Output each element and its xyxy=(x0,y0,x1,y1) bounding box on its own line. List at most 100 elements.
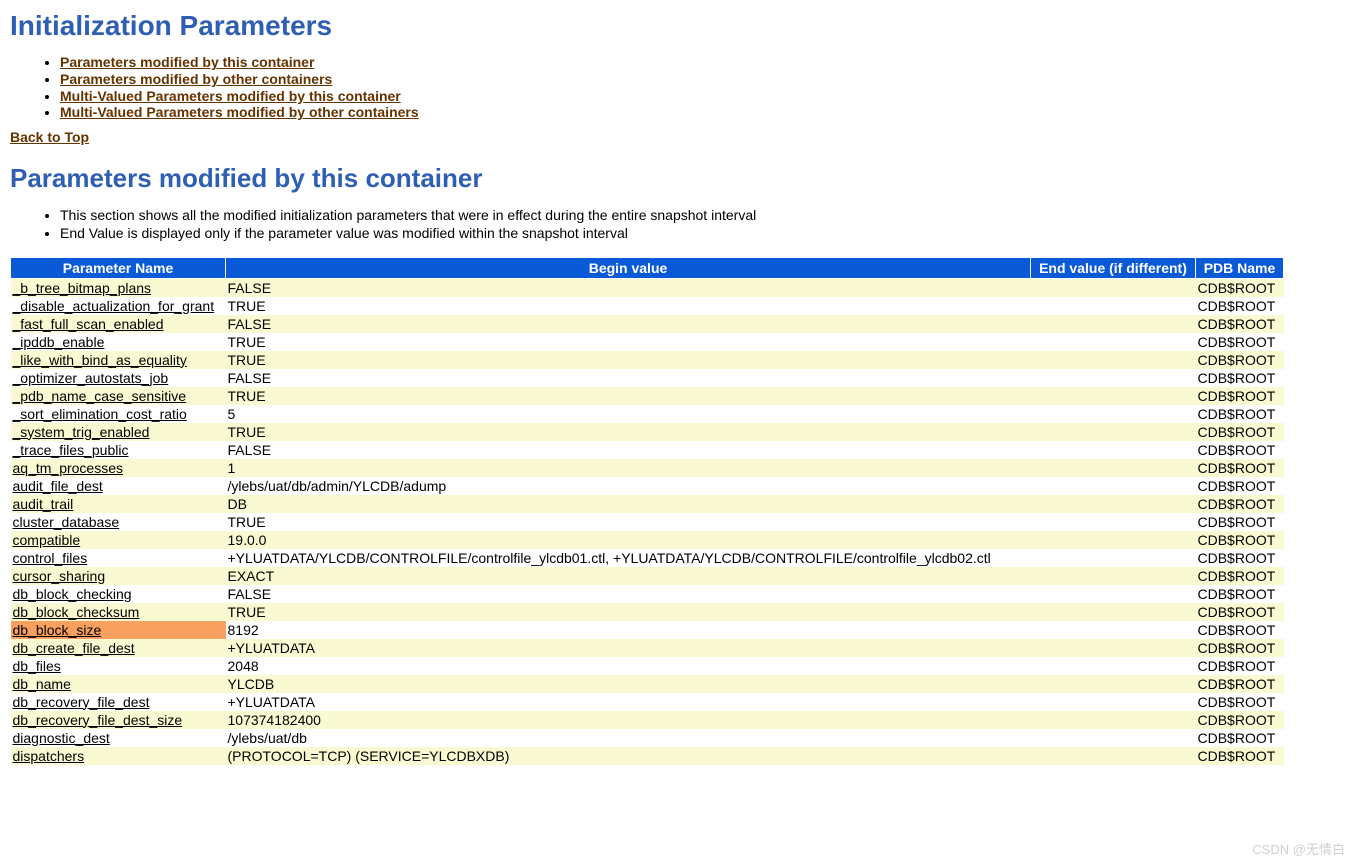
section-title: Parameters modified by this container xyxy=(10,163,1343,194)
cell-param-name: db_recovery_file_dest_size xyxy=(11,711,226,729)
cell-end-value xyxy=(1031,567,1196,585)
cell-pdb-name: CDB$ROOT xyxy=(1196,387,1284,405)
cell-begin-value: TRUE xyxy=(226,513,1031,531)
cell-end-value xyxy=(1031,639,1196,657)
cell-end-value xyxy=(1031,297,1196,315)
table-row: control_files+YLUATDATA/YLCDB/CONTROLFIL… xyxy=(11,549,1284,567)
toc-link[interactable]: Multi-Valued Parameters modified by this… xyxy=(60,88,401,104)
cell-pdb-name: CDB$ROOT xyxy=(1196,477,1284,495)
cell-begin-value: TRUE xyxy=(226,297,1031,315)
cell-param-name: db_block_checking xyxy=(11,585,226,603)
cell-param-name: db_block_size xyxy=(11,621,226,639)
cell-param-name: aq_tm_processes xyxy=(11,459,226,477)
cell-end-value xyxy=(1031,549,1196,567)
toc-item: Multi-Valued Parameters modified by this… xyxy=(60,88,1343,105)
cell-param-name: _fast_full_scan_enabled xyxy=(11,315,226,333)
cell-begin-value: 8192 xyxy=(226,621,1031,639)
cell-pdb-name: CDB$ROOT xyxy=(1196,495,1284,513)
table-row: _sort_elimination_cost_ratio5CDB$ROOT xyxy=(11,405,1284,423)
table-row: _like_with_bind_as_equalityTRUECDB$ROOT xyxy=(11,351,1284,369)
cell-param-name: _pdb_name_case_sensitive xyxy=(11,387,226,405)
cell-pdb-name: CDB$ROOT xyxy=(1196,621,1284,639)
cell-pdb-name: CDB$ROOT xyxy=(1196,333,1284,351)
note-item: End Value is displayed only if the param… xyxy=(60,224,1343,242)
cell-pdb-name: CDB$ROOT xyxy=(1196,513,1284,531)
toc-item: Multi-Valued Parameters modified by othe… xyxy=(60,104,1343,121)
table-row: _b_tree_bitmap_plansFALSECDB$ROOT xyxy=(11,278,1284,297)
cell-begin-value: +YLUATDATA xyxy=(226,693,1031,711)
parameters-table: Parameter Name Begin value End value (if… xyxy=(10,257,1284,765)
col-header-end: End value (if different) xyxy=(1031,257,1196,278)
cell-pdb-name: CDB$ROOT xyxy=(1196,567,1284,585)
cell-end-value xyxy=(1031,747,1196,765)
table-row: cluster_databaseTRUE CDB$ROOT xyxy=(11,513,1284,531)
cell-pdb-name: CDB$ROOT xyxy=(1196,423,1284,441)
toc-link[interactable]: Multi-Valued Parameters modified by othe… xyxy=(60,104,419,120)
watermark: CSDN @无情白 xyxy=(1252,839,1345,858)
table-row: _disable_actualization_for_grantTRUECDB$… xyxy=(11,297,1284,315)
cell-pdb-name: CDB$ROOT xyxy=(1196,657,1284,675)
cell-pdb-name: CDB$ROOT xyxy=(1196,675,1284,693)
cell-param-name: db_create_file_dest xyxy=(11,639,226,657)
cell-param-name: audit_trail xyxy=(11,495,226,513)
table-header-row: Parameter Name Begin value End value (if… xyxy=(11,257,1284,278)
cell-begin-value: /ylebs/uat/db xyxy=(226,729,1031,747)
col-header-begin: Begin value xyxy=(226,257,1031,278)
cell-begin-value: TRUE xyxy=(226,333,1031,351)
cell-end-value xyxy=(1031,621,1196,639)
table-row: db_create_file_dest+YLUATDATACDB$ROOT xyxy=(11,639,1284,657)
cell-pdb-name: CDB$ROOT xyxy=(1196,297,1284,315)
cell-param-name: _sort_elimination_cost_ratio xyxy=(11,405,226,423)
table-row: audit_file_dest/ylebs/uat/db/admin/YLCDB… xyxy=(11,477,1284,495)
table-row: _optimizer_autostats_jobFALSECDB$ROOT xyxy=(11,369,1284,387)
back-to-top-link[interactable]: Back to Top xyxy=(10,129,89,145)
cell-begin-value: TRUE xyxy=(226,423,1031,441)
cell-param-name: diagnostic_dest xyxy=(11,729,226,747)
cell-param-name: control_files xyxy=(11,549,226,567)
cell-pdb-name: CDB$ROOT xyxy=(1196,639,1284,657)
cell-end-value xyxy=(1031,459,1196,477)
cell-begin-value: 1 xyxy=(226,459,1031,477)
col-header-pdb: PDB Name xyxy=(1196,257,1284,278)
cell-end-value xyxy=(1031,513,1196,531)
table-row: db_block_checkingFALSE CDB$ROOT xyxy=(11,585,1284,603)
cell-pdb-name: CDB$ROOT xyxy=(1196,369,1284,387)
toc-link[interactable]: Parameters modified by other containers xyxy=(60,71,332,87)
cell-pdb-name: CDB$ROOT xyxy=(1196,729,1284,747)
note-item: This section shows all the modified init… xyxy=(60,206,1343,224)
cell-param-name: db_name xyxy=(11,675,226,693)
cell-pdb-name: CDB$ROOT xyxy=(1196,693,1284,711)
cell-begin-value: (PROTOCOL=TCP) (SERVICE=YLCDBXDB) xyxy=(226,747,1031,765)
cell-end-value xyxy=(1031,387,1196,405)
cell-end-value xyxy=(1031,441,1196,459)
cell-begin-value: TRUE xyxy=(226,387,1031,405)
cell-end-value xyxy=(1031,333,1196,351)
table-row: _ipddb_enableTRUE CDB$ROOT xyxy=(11,333,1284,351)
cell-begin-value: FALSE xyxy=(226,369,1031,387)
cell-pdb-name: CDB$ROOT xyxy=(1196,531,1284,549)
table-row: dispatchers(PROTOCOL=TCP) (SERVICE=YLCDB… xyxy=(11,747,1284,765)
cell-param-name: _ipddb_enable xyxy=(11,333,226,351)
cell-end-value xyxy=(1031,711,1196,729)
cell-pdb-name: CDB$ROOT xyxy=(1196,585,1284,603)
cell-param-name: db_block_checksum xyxy=(11,603,226,621)
cell-param-name: audit_file_dest xyxy=(11,477,226,495)
toc-link[interactable]: Parameters modified by this container xyxy=(60,54,314,70)
toc-list: Parameters modified by this containerPar… xyxy=(10,54,1343,121)
cell-param-name: dispatchers xyxy=(11,747,226,765)
table-row: db_recovery_file_dest+YLUATDATACDB$ROOT xyxy=(11,693,1284,711)
cell-end-value xyxy=(1031,477,1196,495)
toc-item: Parameters modified by this container xyxy=(60,54,1343,71)
cell-begin-value: FALSE xyxy=(226,585,1031,603)
cell-end-value xyxy=(1031,693,1196,711)
cell-begin-value: 107374182400 xyxy=(226,711,1031,729)
table-row: cursor_sharingEXACTCDB$ROOT xyxy=(11,567,1284,585)
cell-param-name: compatible xyxy=(11,531,226,549)
table-row: _system_trig_enabledTRUE CDB$ROOT xyxy=(11,423,1284,441)
cell-begin-value: TRUE xyxy=(226,603,1031,621)
cell-end-value xyxy=(1031,603,1196,621)
cell-end-value xyxy=(1031,278,1196,297)
cell-param-name: _system_trig_enabled xyxy=(11,423,226,441)
cell-param-name: cluster_database xyxy=(11,513,226,531)
cell-begin-value: /ylebs/uat/db/admin/YLCDB/adump xyxy=(226,477,1031,495)
